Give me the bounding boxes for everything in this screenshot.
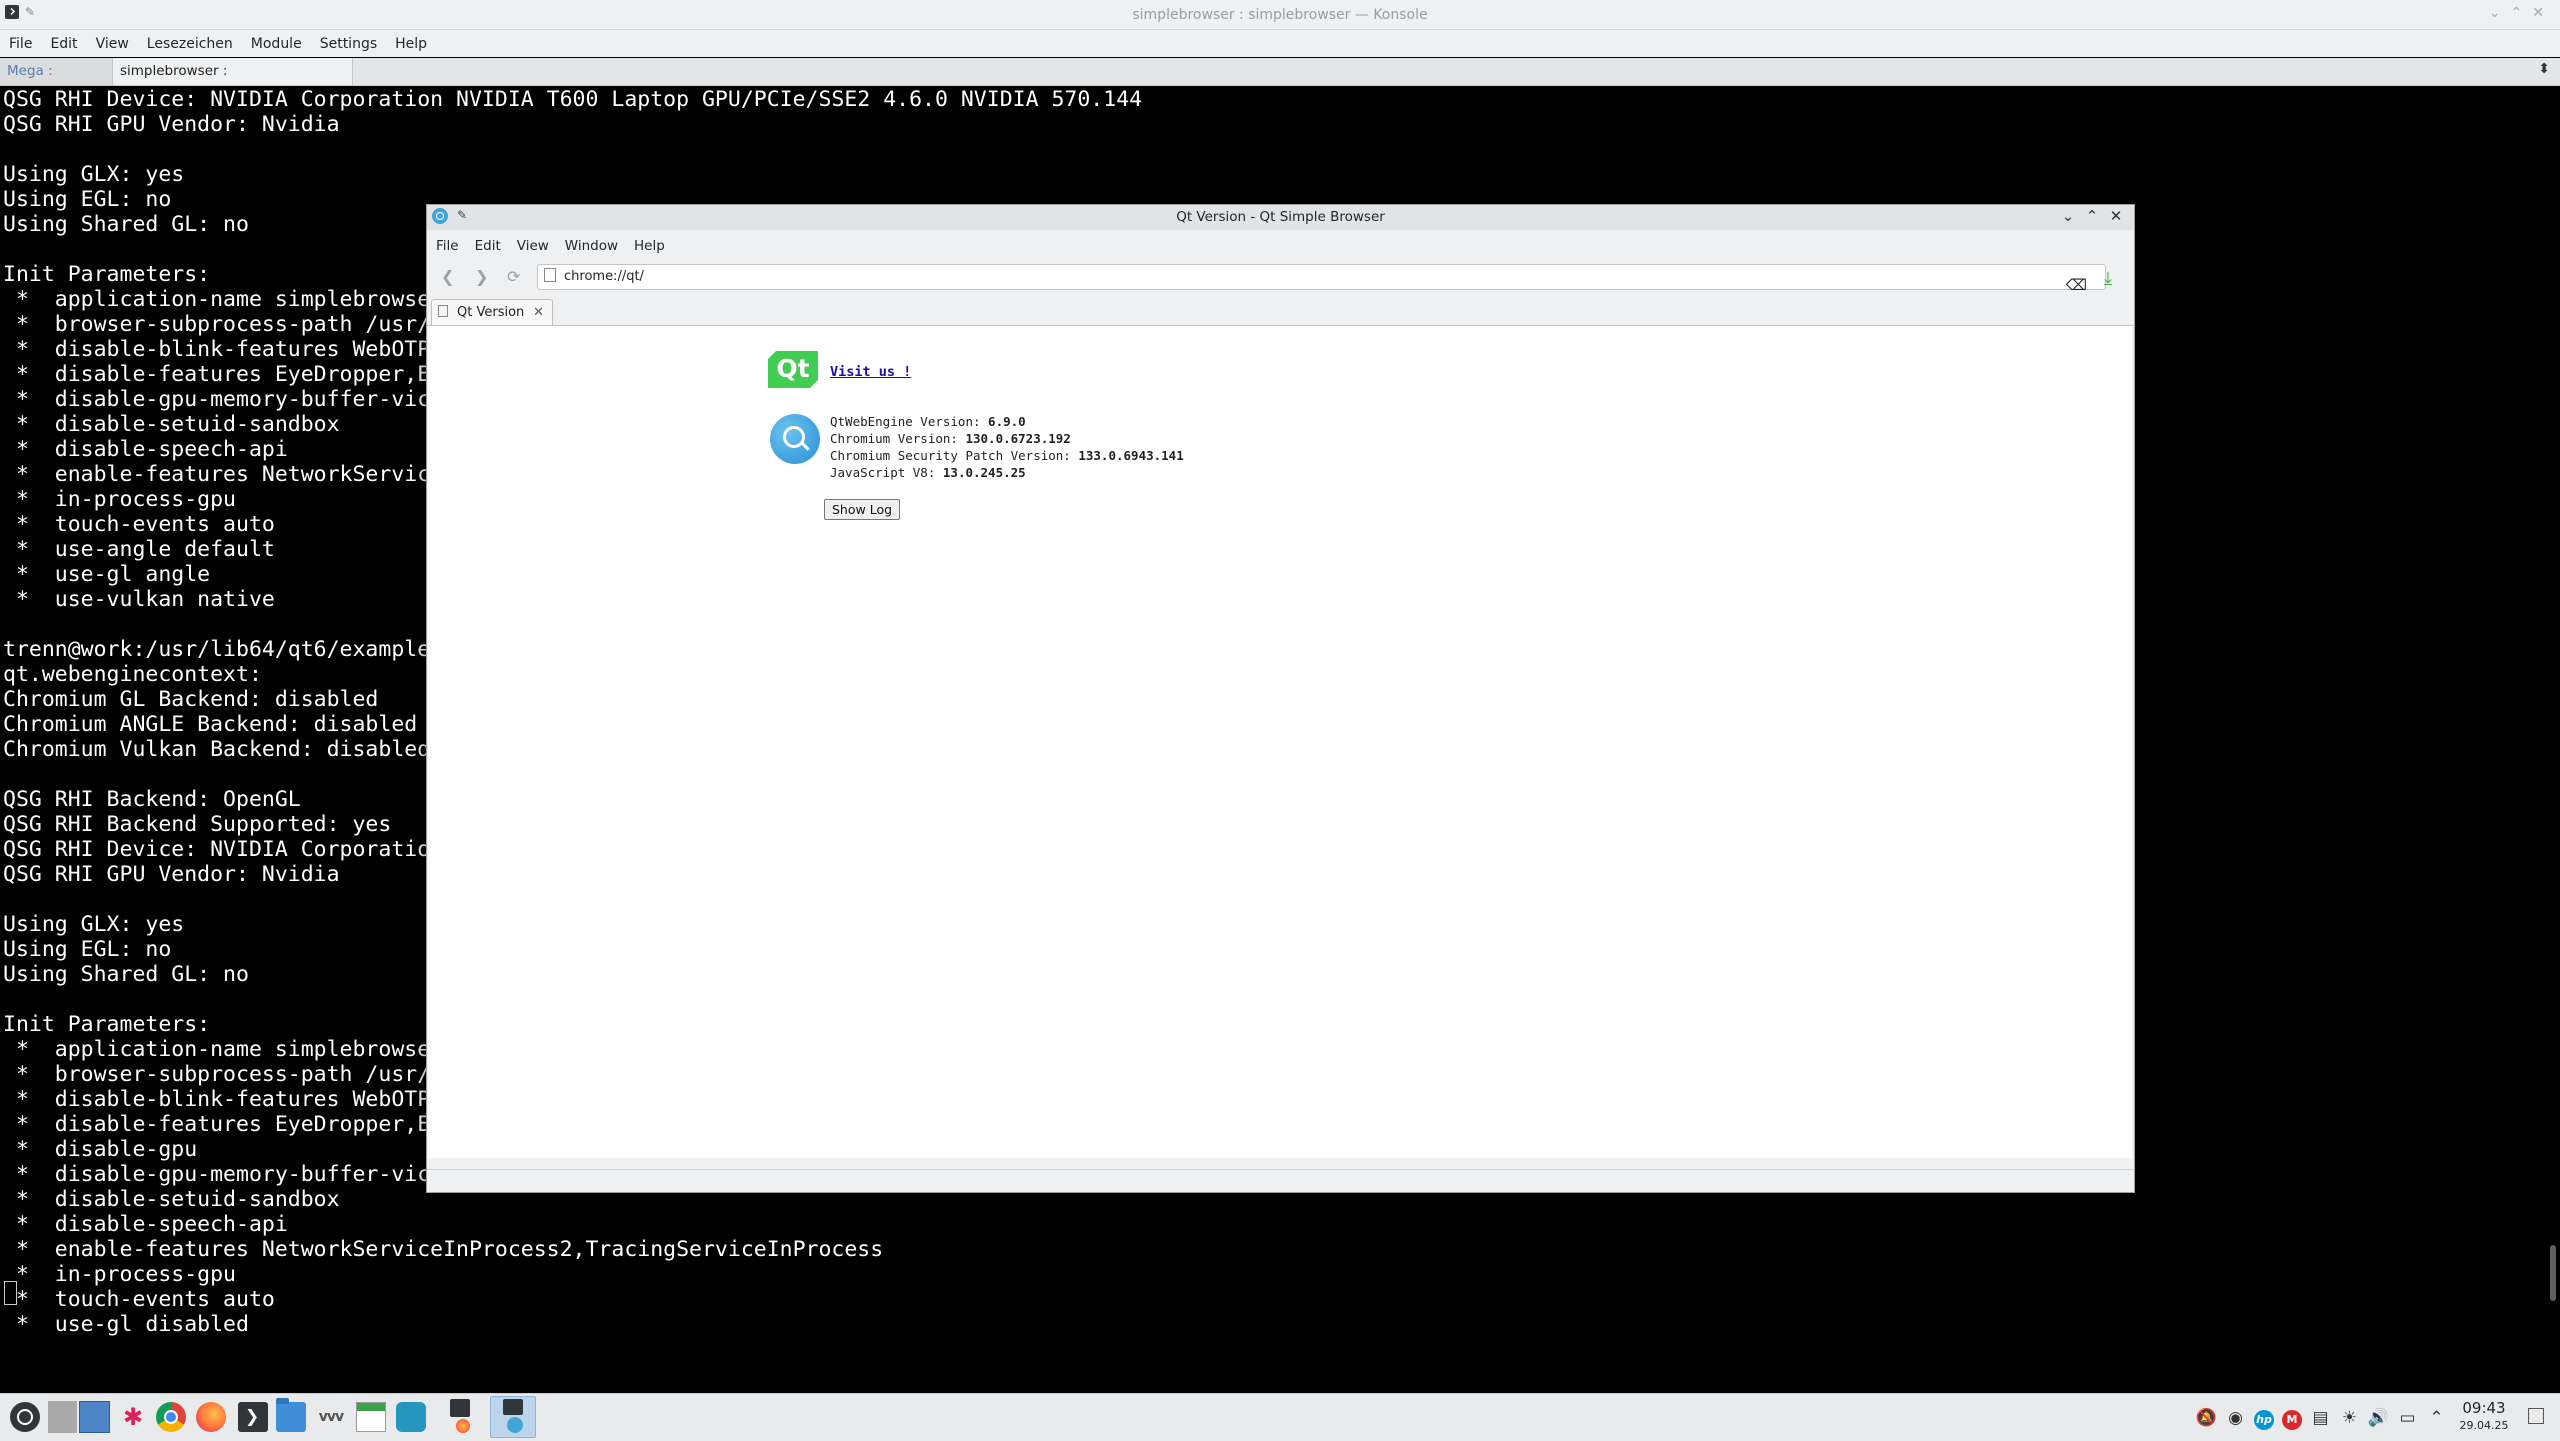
menu-file[interactable]: File [0, 30, 41, 52]
minimize-icon[interactable]: ⌄ [2489, 5, 2511, 21]
tab-qt-version[interactable]: Qt Version ✕ [431, 299, 553, 325]
terminal-icon [503, 1399, 523, 1415]
terminal-line: * use-gl disabled [3, 1312, 249, 1337]
tab-simplebrowser[interactable]: simplebrowser : simplebrowser✕ [112, 58, 353, 106]
browser-menubar: File Edit View Window Help [427, 231, 2134, 259]
app-launcher-icon[interactable] [10, 1402, 40, 1432]
version-row: Chromium Version: 130.0.6723.192 [830, 431, 1071, 446]
terminal-icon [450, 1399, 470, 1417]
terminal-line: * in-process-gpu [3, 1262, 236, 1287]
menu-settings[interactable]: Settings [311, 30, 386, 52]
firefox-icon[interactable] [196, 1402, 226, 1432]
tab-label: Qt Version [457, 305, 525, 320]
pager-icon[interactable] [48, 1401, 110, 1433]
terminal-scrollbar[interactable] [2550, 1245, 2556, 1301]
browser-status-bar [427, 1169, 2134, 1192]
menu-view[interactable]: View [87, 30, 138, 52]
version-info: QtWebEngine Version: 6.9.0 Chromium Vers… [830, 413, 1184, 481]
terminal-cursor [4, 1281, 17, 1305]
version-row: JavaScript V8: 13.0.245.25 [830, 465, 1026, 480]
slack-icon[interactable]: ✱ [118, 1402, 148, 1432]
browser-toolbar: ❮ ❯ ⟳ chrome://qt/ ⌫ [427, 259, 2134, 295]
browser-window-controls: ⌄ ⌃ ✕ [2056, 207, 2128, 225]
menu-file[interactable]: File [427, 231, 466, 254]
firefox-icon [456, 1419, 470, 1433]
brightness-icon[interactable]: ☀ [2335, 1408, 2364, 1428]
version-row: Chromium Security Patch Version: 133.0.6… [830, 448, 1184, 463]
clipboard-icon[interactable]: ▤ [2306, 1408, 2335, 1428]
konsole-window-title: simplebrowser : simplebrowser — Konsole [1132, 7, 1428, 23]
menu-edit[interactable]: Edit [41, 30, 86, 52]
browser-window: ✎ Qt Version - Qt Simple Browser ⌄ ⌃ ✕ Fil… [426, 204, 2135, 1193]
mega-icon[interactable]: M [2282, 1410, 2302, 1430]
task-konsole-firefox[interactable] [446, 1397, 474, 1435]
close-icon[interactable]: ✕ [2104, 207, 2128, 225]
konsole-menubar: File Edit View Lesezeichen Module Settings Hel… [0, 30, 2560, 57]
menu-view[interactable]: View [508, 231, 556, 254]
notifications-off-icon[interactable]: 🔕 [2192, 1408, 2221, 1428]
terminal-line: * touch-events auto [3, 1287, 275, 1312]
writer-icon[interactable]: vvv [316, 1402, 346, 1432]
expand-tray-icon[interactable]: ⌃ [2422, 1408, 2451, 1428]
browser-tab-bar: Qt Version ✕ [427, 297, 2134, 326]
files-icon[interactable] [276, 1398, 306, 1432]
tab-mega-kmail[interactable]: Mega : kmail✕ [0, 58, 116, 106]
forward-icon[interactable]: ❯ [475, 267, 488, 286]
terminal-line: Using GLX: yes [3, 162, 185, 187]
page-icon [438, 305, 448, 317]
menu-help[interactable]: Help [386, 30, 436, 52]
menu-bookmarks[interactable]: Lesezeichen [138, 30, 242, 52]
browser-titlebar: ✎ Qt Version - Qt Simple Browser ⌄ ⌃ ✕ [427, 205, 2134, 230]
visit-us-link[interactable]: Visit us ! [830, 364, 911, 380]
system-tray: 🔕 ◉ hp M ▤ ☀ 🔊 ▭ ⌃ [2192, 1408, 2451, 1430]
new-tab-icon[interactable]: ⬍ [2538, 61, 2550, 77]
web-view: Qt Visit us ! QtWebEngine Version: 6.9.0… [428, 326, 2132, 1158]
clear-url-icon[interactable]: ⌫ [2066, 273, 2087, 297]
url-text: chrome://qt/ [564, 269, 644, 284]
show-log-button[interactable]: Show Log [824, 499, 901, 520]
menu-window[interactable]: Window [556, 231, 625, 254]
url-input[interactable]: chrome://qt/ ⌫ [537, 264, 2106, 294]
network-monitor-icon[interactable]: ◉ [2221, 1408, 2250, 1428]
desktop-1[interactable] [48, 1401, 77, 1433]
download-icon[interactable]: ⤓ [2104, 268, 2122, 289]
chrome-icon[interactable] [156, 1402, 186, 1432]
task-simplebrowser-active[interactable] [490, 1396, 536, 1438]
clock-date[interactable]: 29.04.25 [2454, 1419, 2514, 1432]
menu-help[interactable]: Help [625, 231, 672, 254]
close-tab-icon[interactable]: ✕ [533, 300, 544, 325]
terminal-line: QSG RHI Device: NVIDIA Corporation NVIDI… [3, 87, 1143, 112]
calendar-icon[interactable] [356, 1402, 386, 1432]
taskbar: ✱ ❯ vvv 🔕 ◉ hp M ▤ ☀ 🔊 ▭ ⌃ 09:43 29.04.25 [0, 1393, 2560, 1441]
menu-plugins[interactable]: Module [242, 30, 311, 52]
kdeconnect-icon[interactable] [396, 1402, 426, 1432]
terminal-line: QSG RHI GPU Vendor: Nvidia [3, 112, 340, 137]
close-icon[interactable]: ✕ [2532, 5, 2554, 21]
terminal-line: * enable-features NetworkServiceInProces… [3, 1237, 884, 1262]
simple-browser-logo-icon [770, 414, 820, 464]
browser-window-title: Qt Version - Qt Simple Browser [1176, 209, 1385, 225]
show-desktop-icon[interactable] [2528, 1408, 2544, 1424]
version-row: QtWebEngine Version: 6.9.0 [830, 414, 1026, 429]
reload-icon[interactable]: ⟳ [507, 267, 520, 286]
konsole-window-controls[interactable]: ⌄⌃✕ [2489, 5, 2554, 21]
volume-icon[interactable]: 🔊 [2364, 1408, 2393, 1428]
display-icon[interactable]: ▭ [2393, 1408, 2422, 1428]
minimize-icon[interactable]: ⌄ [2056, 207, 2080, 225]
maximize-icon[interactable]: ⌃ [2511, 5, 2533, 21]
qt-logo[interactable]: Qt [768, 351, 818, 388]
desktop-2[interactable] [79, 1401, 110, 1433]
maximize-icon[interactable]: ⌃ [2080, 207, 2104, 225]
hp-icon[interactable]: hp [2254, 1410, 2274, 1430]
terminal-icon[interactable]: ❯ [238, 1402, 268, 1432]
menu-edit[interactable]: Edit [466, 231, 508, 254]
clock-time[interactable]: 09:43 [2454, 1399, 2514, 1417]
konsole-titlebar: ✎ simplebrowser : simplebrowser — Konsol… [0, 0, 2560, 30]
page-icon [544, 268, 556, 282]
back-icon[interactable]: ❮ [441, 267, 454, 286]
konsole-tab-bar: Mega : kmail✕ simplebrowser : simplebrow… [0, 58, 2560, 106]
simple-browser-icon [507, 1417, 523, 1433]
terminal-line: * disable-speech-api [3, 1212, 288, 1237]
